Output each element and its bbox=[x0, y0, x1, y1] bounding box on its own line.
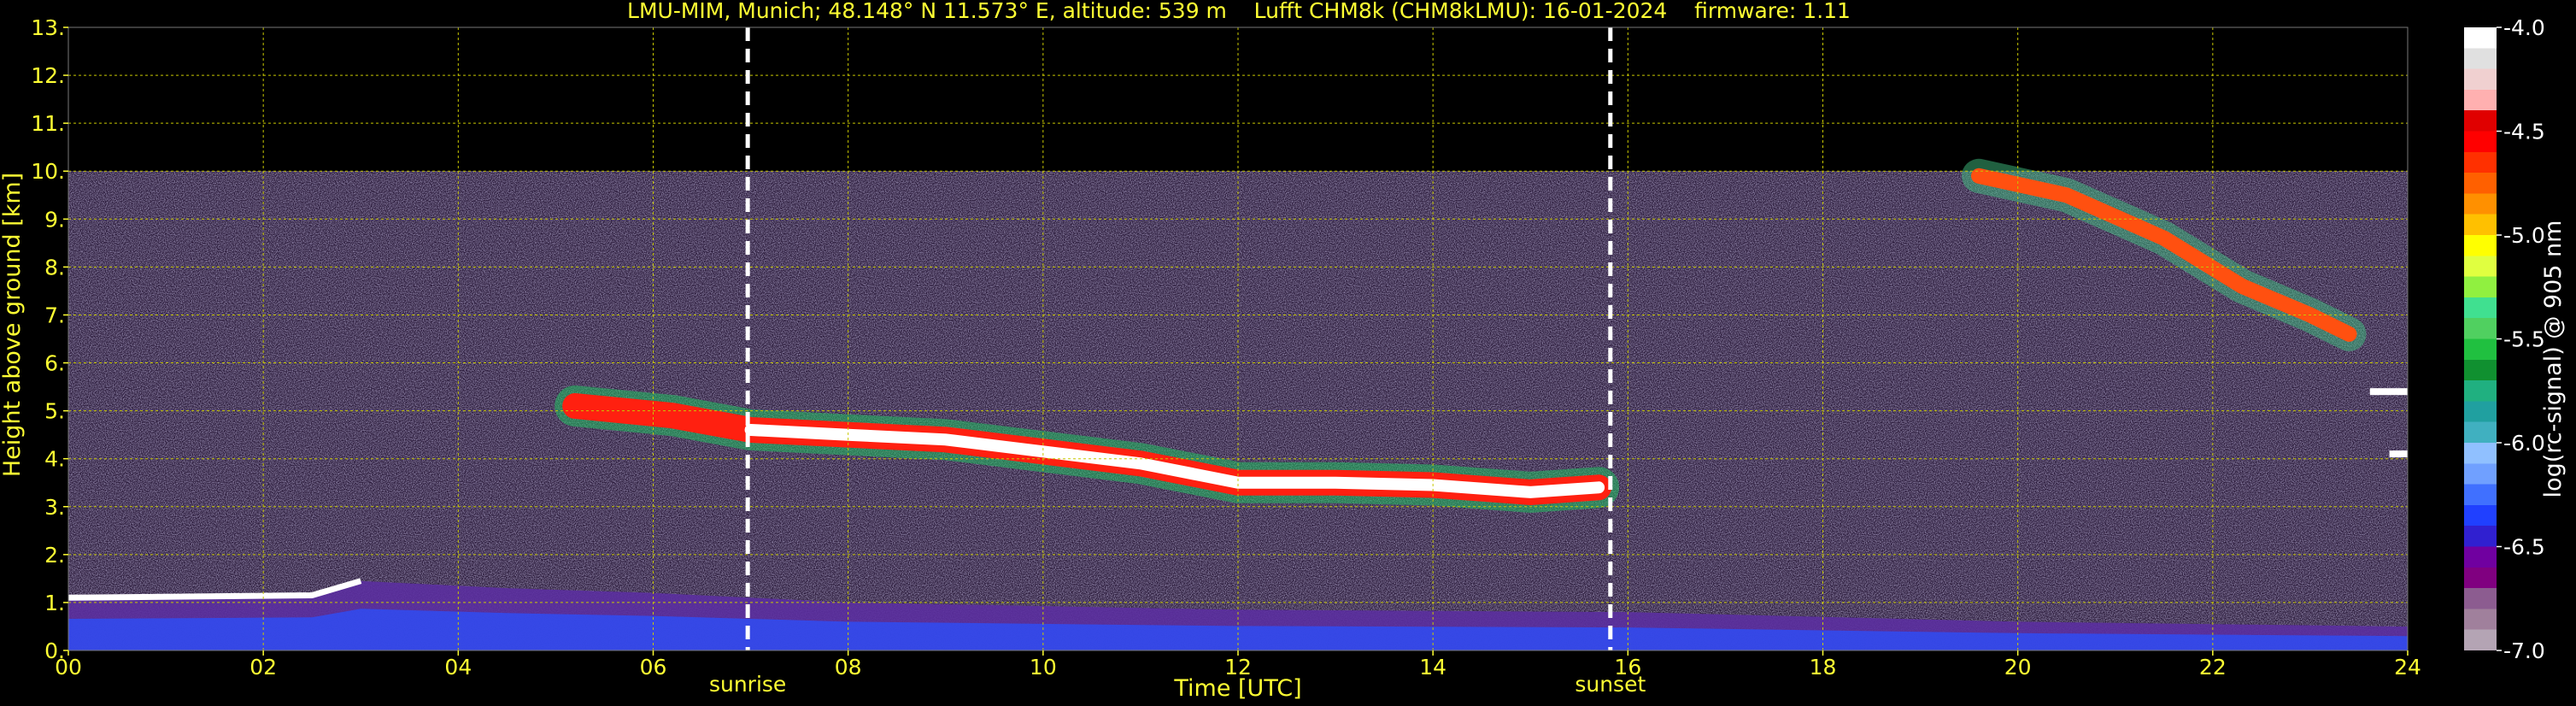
sunrise-label: sunrise bbox=[709, 672, 786, 697]
y-tick-label: 13. bbox=[31, 15, 65, 40]
colorbar-tick-label: -6.5 bbox=[2503, 535, 2545, 560]
x-tick-label: 16 bbox=[1614, 655, 1641, 680]
y-tick-label: 6. bbox=[44, 351, 65, 376]
colorbar-tick-label: -6.0 bbox=[2503, 431, 2545, 456]
colorbar-ticks: -4.0 -4.5 -5.0 -5.5 -6.0 -6.5 -7.0 bbox=[2497, 15, 2545, 663]
x-tick-label: 06 bbox=[640, 655, 667, 680]
cloud-fragment-0 bbox=[2369, 388, 2408, 396]
y-tick-label: 3. bbox=[44, 495, 65, 520]
y-tick-label: 9. bbox=[44, 207, 65, 232]
colorbar: -4.0 -4.5 -5.0 -5.5 -6.0 -6.5 -7.0 log(rc-sign… bbox=[2464, 15, 2567, 663]
y-tick-label: 2. bbox=[44, 543, 65, 568]
x-tick-label: 22 bbox=[2199, 655, 2227, 680]
colorbar-scale bbox=[2464, 27, 2497, 650]
colorbar-tick-label: -4.0 bbox=[2503, 15, 2545, 40]
colorbar-tick-label: -7.0 bbox=[2503, 638, 2545, 663]
colorbar-label: log(rc-signal) @ 905 nm bbox=[2540, 221, 2567, 498]
x-axis-label: Time [UTC] bbox=[1173, 675, 1301, 702]
x-tick-label: 24 bbox=[2394, 655, 2421, 680]
cloud-fragment-1 bbox=[2389, 450, 2408, 458]
ceilometer-chart: sunrise sunset 00 02 04 06 08 10 12 14 16 18 20 22 24… bbox=[0, 0, 2567, 702]
y-tick-label: 8. bbox=[44, 255, 65, 279]
x-tick-label: 18 bbox=[1810, 655, 1837, 680]
y-tick-label: 4. bbox=[44, 447, 65, 472]
x-tick-label: 08 bbox=[835, 655, 862, 680]
y-tick-label: 11. bbox=[31, 111, 65, 136]
y-axis-label: Height above ground [km] bbox=[0, 173, 26, 477]
chart-title: LMU-MIM, Munich; 48.148° N 11.573° E, al… bbox=[627, 0, 1851, 23]
x-tick-label: 14 bbox=[1419, 655, 1446, 680]
y-tick-label: 0. bbox=[44, 638, 65, 663]
y-tick-label: 1. bbox=[44, 591, 65, 615]
y-tick-label: 12. bbox=[31, 63, 65, 88]
x-tick-label: 04 bbox=[444, 655, 472, 680]
colorbar-tick-label: -5.5 bbox=[2503, 327, 2545, 352]
colorbar-tick-label: -4.5 bbox=[2503, 120, 2545, 144]
x-tick-label: 20 bbox=[2004, 655, 2032, 680]
x-tick-label: 10 bbox=[1030, 655, 1057, 680]
y-tick-label: 7. bbox=[44, 303, 65, 327]
y-tick-label: 10. bbox=[31, 159, 65, 184]
colorbar-tick-label: -5.0 bbox=[2503, 223, 2545, 248]
y-tick-label: 5. bbox=[44, 399, 65, 424]
x-tick-label: 02 bbox=[249, 655, 277, 680]
